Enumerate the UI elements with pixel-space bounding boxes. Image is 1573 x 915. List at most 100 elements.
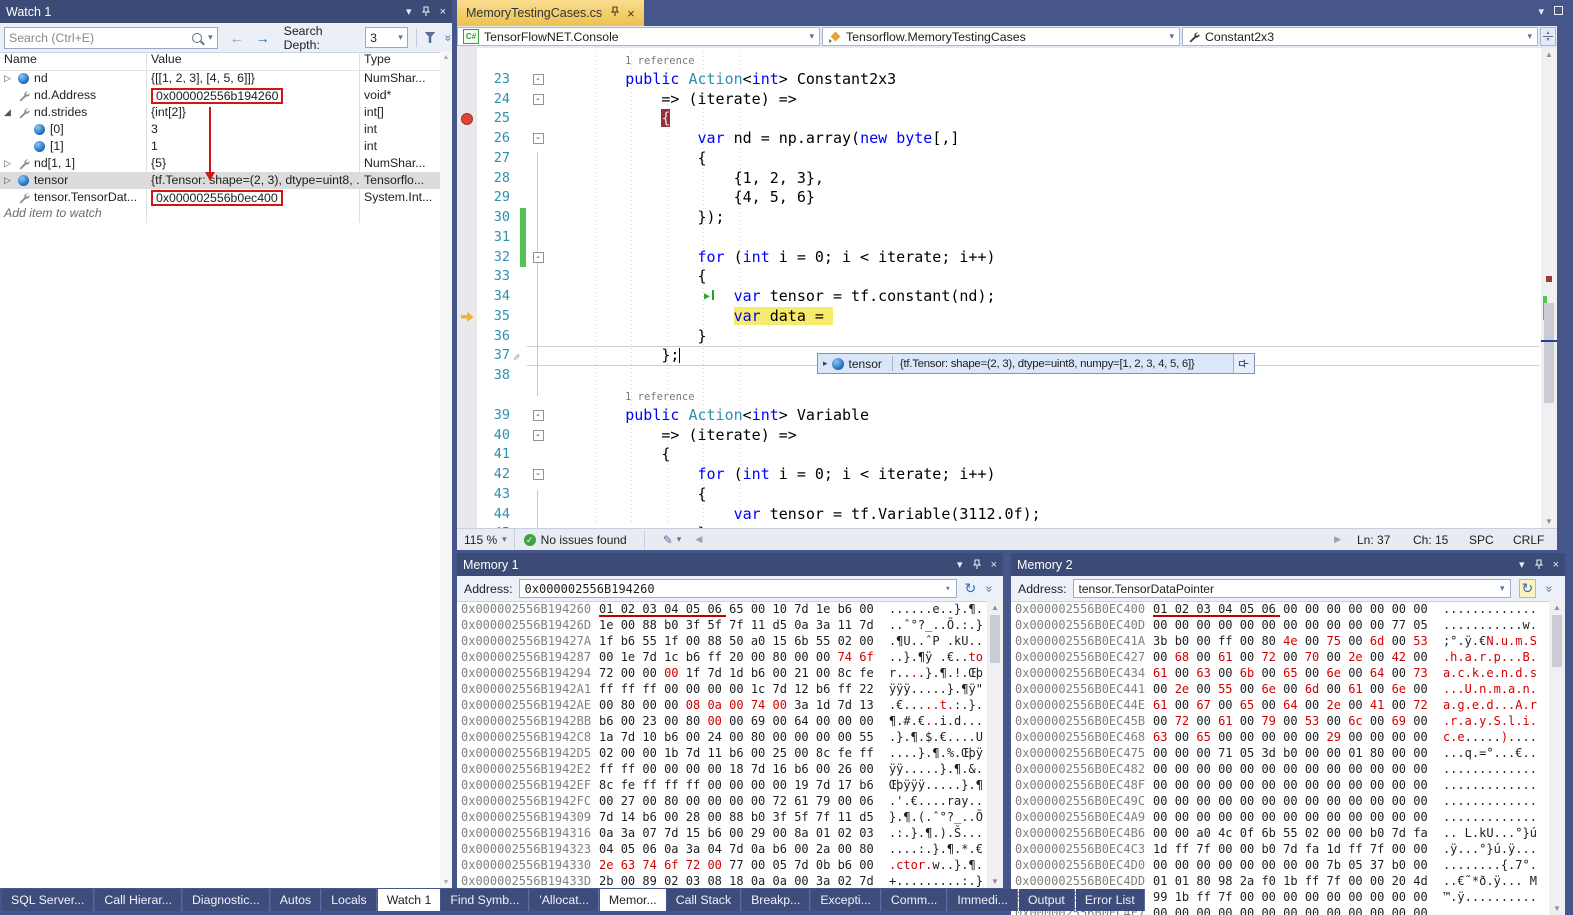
code-text[interactable]: { — [547, 485, 1541, 505]
expand-icon[interactable]: ▷ — [4, 172, 17, 189]
fold-collapse-icon[interactable]: - — [533, 94, 544, 105]
memory-row[interactable]: 0x000002556B0EC4C31d ff 7f 00 00 b0 7d f… — [1015, 841, 1547, 857]
breakpoint-gutter[interactable] — [457, 129, 477, 149]
close-icon[interactable]: × — [440, 6, 446, 18]
code-line[interactable]: 34 var tensor = tf.constant(nd);▶ — [457, 287, 1541, 307]
bottom-tab-memor[interactable]: Memor... — [600, 889, 666, 911]
bottom-tab-excepti[interactable]: Excepti... — [811, 889, 881, 911]
member-dropdown[interactable]: Constant2x3 ▾ — [1182, 27, 1538, 46]
memory-row[interactable]: 0x000002556B0EC43461 00 63 00 6b 00 65 0… — [1015, 665, 1547, 681]
fold-collapse-icon[interactable]: - — [533, 74, 544, 85]
code-line[interactable]: 23- public Action<int> Constant2x3 — [457, 70, 1541, 90]
code-line[interactable]: 42- for (int i = 0; i < iterate; i++) — [457, 465, 1541, 485]
memory-row[interactable]: 0x000002556B0EC44E61 00 67 00 65 00 64 0… — [1015, 697, 1547, 713]
breakpoint-gutter[interactable] — [457, 426, 477, 446]
document-tab[interactable]: MemoryTestingCases.cs × — [457, 0, 644, 26]
memory-row[interactable]: 0x000002556B19429472 00 00 00 1f 7d 1d b… — [461, 665, 985, 681]
memory-row[interactable]: 0x000002556B1942C81a 7d 10 b6 00 24 00 8… — [461, 729, 985, 745]
code-text[interactable] — [547, 228, 1541, 248]
zoom-control[interactable]: 115 % ▾ — [457, 529, 515, 550]
scroll-down-icon[interactable]: ▼ — [443, 879, 450, 886]
code-line[interactable]: 41 { — [457, 445, 1541, 465]
code-text[interactable]: => (iterate) => — [547, 426, 1541, 446]
chevron-down-icon[interactable]: ▾ — [945, 584, 950, 594]
code-line[interactable]: 45 } — [457, 524, 1541, 528]
code-text[interactable]: 1 reference — [547, 386, 1541, 406]
type-dropdown[interactable]: Tensorflow.MemoryTestingCases ▾ — [822, 27, 1180, 46]
scroll-down-icon[interactable]: ▼ — [987, 877, 1003, 886]
datatip-pin-icon[interactable] — [1233, 354, 1254, 373]
chevron-down-icon[interactable]: ▾ — [1500, 583, 1505, 594]
chevron-down-icon[interactable]: ▾ — [208, 32, 213, 43]
bottom-tab-error-list[interactable]: Error List — [1076, 889, 1145, 911]
code-line[interactable]: 33 { — [457, 267, 1541, 287]
code-line[interactable]: 24- => (iterate) => — [457, 90, 1541, 110]
code-text[interactable]: {1, 2, 3}, — [547, 169, 1541, 189]
watch-titlebar[interactable]: Watch 1 ▾ × — [0, 0, 452, 23]
tab-pin-icon[interactable] — [610, 6, 620, 20]
column-header-type[interactable]: Type — [360, 52, 440, 70]
code-editor[interactable]: 1 reference23- public Action<int> Consta… — [457, 48, 1541, 528]
memory-row[interactable]: 0x000002556B19426001 02 03 04 05 06 65 0… — [461, 601, 985, 617]
datatip-expander-icon[interactable]: ▸ — [823, 358, 828, 369]
memory-row[interactable]: 0x000002556B1942A1ff ff ff 00 00 00 00 1… — [461, 681, 985, 697]
bottom-tab-call-stack[interactable]: Call Stack — [667, 889, 741, 911]
memory-row[interactable]: 0x000002556B19426D1e 00 88 b0 3f 5f 7f 1… — [461, 617, 985, 633]
code-line[interactable]: 25 { — [457, 109, 1541, 129]
hscroll-right-icon[interactable]: ▶ — [1334, 534, 1341, 545]
fold-collapse-icon[interactable]: - — [533, 133, 544, 144]
search-depth-select[interactable]: 3 ▾ — [365, 27, 408, 48]
memory-row[interactable]: 0x000002556B19433D2b 00 89 02 03 08 18 0… — [461, 873, 985, 888]
memory2-titlebar[interactable]: Memory 2 ▾ × — [1011, 553, 1565, 576]
breakpoint-gutter[interactable] — [457, 70, 477, 90]
datatip[interactable]: ▸ tensor {tf.Tensor: shape=(2, 3), dtype… — [817, 353, 1255, 374]
code-line[interactable]: 1 reference — [457, 50, 1541, 70]
code-text[interactable]: } — [547, 327, 1541, 347]
memory-row[interactable]: 0x000002556B1942AE00 80 00 00 08 0a 00 7… — [461, 697, 985, 713]
hscroll-left-icon[interactable]: ◀ — [695, 534, 702, 545]
code-line[interactable]: 1 reference — [457, 386, 1541, 406]
bottom-tab-find-symb[interactable]: Find Symb... — [441, 889, 529, 911]
watch-row[interactable]: ▷tensor{tf.Tensor: shape=(2, 3), dtype=u… — [0, 172, 440, 189]
toolbar-overflow-icon[interactable]: » — [1543, 585, 1557, 592]
fold-collapse-icon[interactable]: - — [533, 430, 544, 441]
memory-row[interactable]: 0x000002556B0EC4D000 00 00 00 00 00 00 0… — [1015, 857, 1547, 873]
watch-row[interactable]: ▷nd{[[1, 2, 3], [4, 5, 6]]}NumShar... — [0, 70, 440, 87]
breakpoint-gutter[interactable] — [457, 485, 477, 505]
memory-row[interactable]: 0x000002556B0EC49C00 00 00 00 00 00 00 0… — [1015, 793, 1547, 809]
window-position-icon[interactable]: ▾ — [406, 5, 412, 18]
toolbar-overflow-icon[interactable]: » — [442, 34, 456, 41]
breakpoint-gutter[interactable] — [457, 90, 477, 110]
pin-icon[interactable] — [421, 6, 431, 17]
scroll-up-icon[interactable]: ▲ — [1549, 603, 1565, 612]
code-line[interactable]: 44 var tensor = tf.Variable(3112.0f); — [457, 505, 1541, 525]
memory-row[interactable]: 0x000002556B1942EF8c fe ff ff ff 00 00 0… — [461, 777, 985, 793]
memory-row[interactable]: 0x000002556B0EC48F00 00 00 00 00 00 00 0… — [1015, 777, 1547, 793]
breakpoint-gutter[interactable] — [457, 327, 477, 347]
breakpoint-gutter[interactable] — [457, 465, 477, 485]
code-text[interactable]: }); — [547, 208, 1541, 228]
code-text[interactable]: var nd = np.array(new byte[,] — [547, 129, 1541, 149]
breakpoint-gutter[interactable] — [457, 248, 477, 268]
column-header-value[interactable]: Value — [147, 52, 360, 70]
watch-scrollbar[interactable]: ▲ ▼ — [440, 52, 452, 888]
memory-row[interactable]: 0x000002556B19427A1f b6 55 1f 00 88 50 a… — [461, 633, 985, 649]
code-line[interactable]: 26- var nd = np.array(new byte[,] — [457, 129, 1541, 149]
memory-row[interactable]: 0x000002556B1943302e 63 74 6f 72 00 77 0… — [461, 857, 985, 873]
editor-scrollbar[interactable]: ▲ ▼ — [1541, 48, 1557, 528]
watch-row[interactable]: nd.Address0x000002556b194260void* — [0, 87, 440, 104]
memory-row[interactable]: 0x000002556B0EC48200 00 00 00 00 00 00 0… — [1015, 761, 1547, 777]
memory-row[interactable]: 0x000002556B0EC46863 00 65 00 00 00 00 0… — [1015, 729, 1547, 745]
breakpoint-gutter[interactable] — [457, 445, 477, 465]
code-text[interactable]: var tensor = tf.constant(nd); — [547, 287, 1541, 307]
address-input[interactable]: 0x000002556B194260 ▾ — [519, 579, 957, 598]
memory-row[interactable]: 0x000002556B0EC42700 68 00 61 00 72 00 7… — [1015, 649, 1547, 665]
watch-row[interactable]: ◢nd.strides{int[2]}int[] — [0, 104, 440, 121]
close-icon[interactable]: × — [991, 559, 997, 571]
project-dropdown[interactable]: C# TensorFlowNET.Console ▾ — [457, 27, 820, 46]
scroll-down-icon[interactable]: ▼ — [1541, 517, 1557, 526]
tab-close-icon[interactable]: × — [627, 6, 635, 21]
memory-row[interactable]: 0x000002556B0EC44100 2e 00 55 00 6e 00 6… — [1015, 681, 1547, 697]
breakpoint-gutter[interactable] — [457, 208, 477, 228]
add-watch-row[interactable]: Add item to watch — [0, 206, 440, 223]
